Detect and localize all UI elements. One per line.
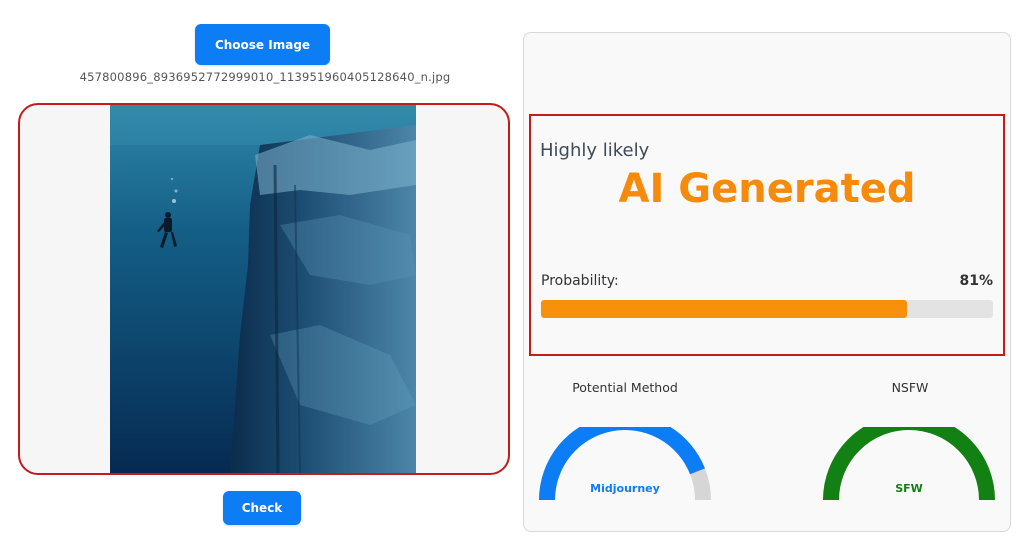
probability-bar-fill <box>541 300 908 318</box>
selected-filename: 457800896_893695277299901​0_113951960405… <box>79 70 451 84</box>
probability-value: 81% <box>959 273 993 289</box>
verdict-label: AI Generated <box>618 166 916 212</box>
choose-image-button[interactable]: Choose Image <box>195 24 330 65</box>
potential-method-value: Midjourney <box>590 482 660 495</box>
preview-image <box>110 105 416 473</box>
nsfw-value: SFW <box>895 482 923 495</box>
verdict-prefix: Highly likely <box>540 140 650 161</box>
potential-method-title: Potential Method <box>572 380 678 395</box>
check-button[interactable]: Check <box>223 491 301 525</box>
probability-bar <box>541 300 993 318</box>
nsfw-title: NSFW <box>891 380 929 395</box>
probability-label: Probability: <box>541 273 619 289</box>
image-preview <box>18 103 510 475</box>
